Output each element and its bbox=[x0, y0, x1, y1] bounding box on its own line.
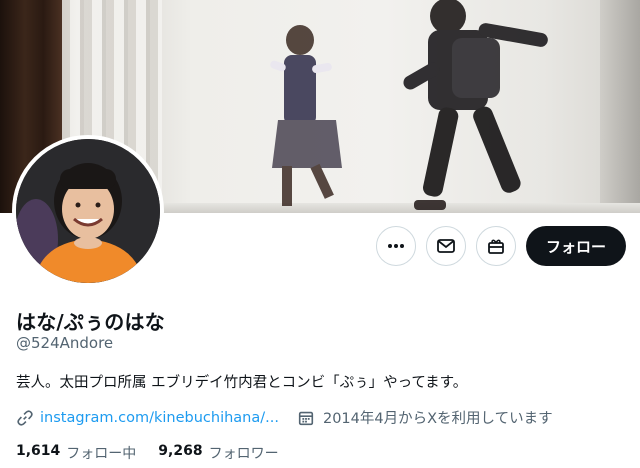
following-count-link[interactable]: 1,614 フォロー中 bbox=[16, 443, 136, 463]
profile-avatar[interactable] bbox=[12, 135, 164, 287]
profile-handle: @524Andore bbox=[16, 334, 114, 352]
followers-count-link[interactable]: 9,268 フォロワー bbox=[158, 443, 278, 463]
profile-joined-date: 2014年4月からXを利用しています bbox=[322, 411, 553, 427]
calendar-icon bbox=[298, 411, 314, 425]
avatar-photo bbox=[16, 139, 160, 283]
link-icon bbox=[17, 409, 33, 426]
more-button[interactable] bbox=[375, 226, 416, 266]
profile-actions: フォロー bbox=[375, 226, 626, 266]
follow-button[interactable]: フォロー bbox=[525, 226, 626, 266]
profile-bio: 芸人。太田プロ所属 エブリデイ竹内君とコンビ「ぷぅ」やってます。 bbox=[16, 375, 468, 391]
following-count: 1,614 bbox=[16, 443, 61, 459]
message-button[interactable] bbox=[425, 226, 466, 266]
following-label: フォロー中 bbox=[66, 446, 137, 462]
profile-meta: instagram.com/kinebuchihana/... 2014年4月か… bbox=[16, 407, 553, 428]
more-icon bbox=[387, 244, 404, 248]
gift-icon bbox=[488, 239, 504, 254]
profile-name: はな/ぷぅのはな bbox=[16, 310, 165, 334]
subscribe-button[interactable] bbox=[475, 226, 516, 266]
profile-website-link[interactable]: instagram.com/kinebuchihana/... bbox=[40, 410, 279, 426]
followers-count: 9,268 bbox=[158, 443, 203, 459]
followers-label: フォロワー bbox=[208, 446, 279, 462]
profile-counts: 1,614 フォロー中 9,268 フォロワー bbox=[16, 443, 301, 463]
envelope-icon bbox=[437, 239, 455, 253]
